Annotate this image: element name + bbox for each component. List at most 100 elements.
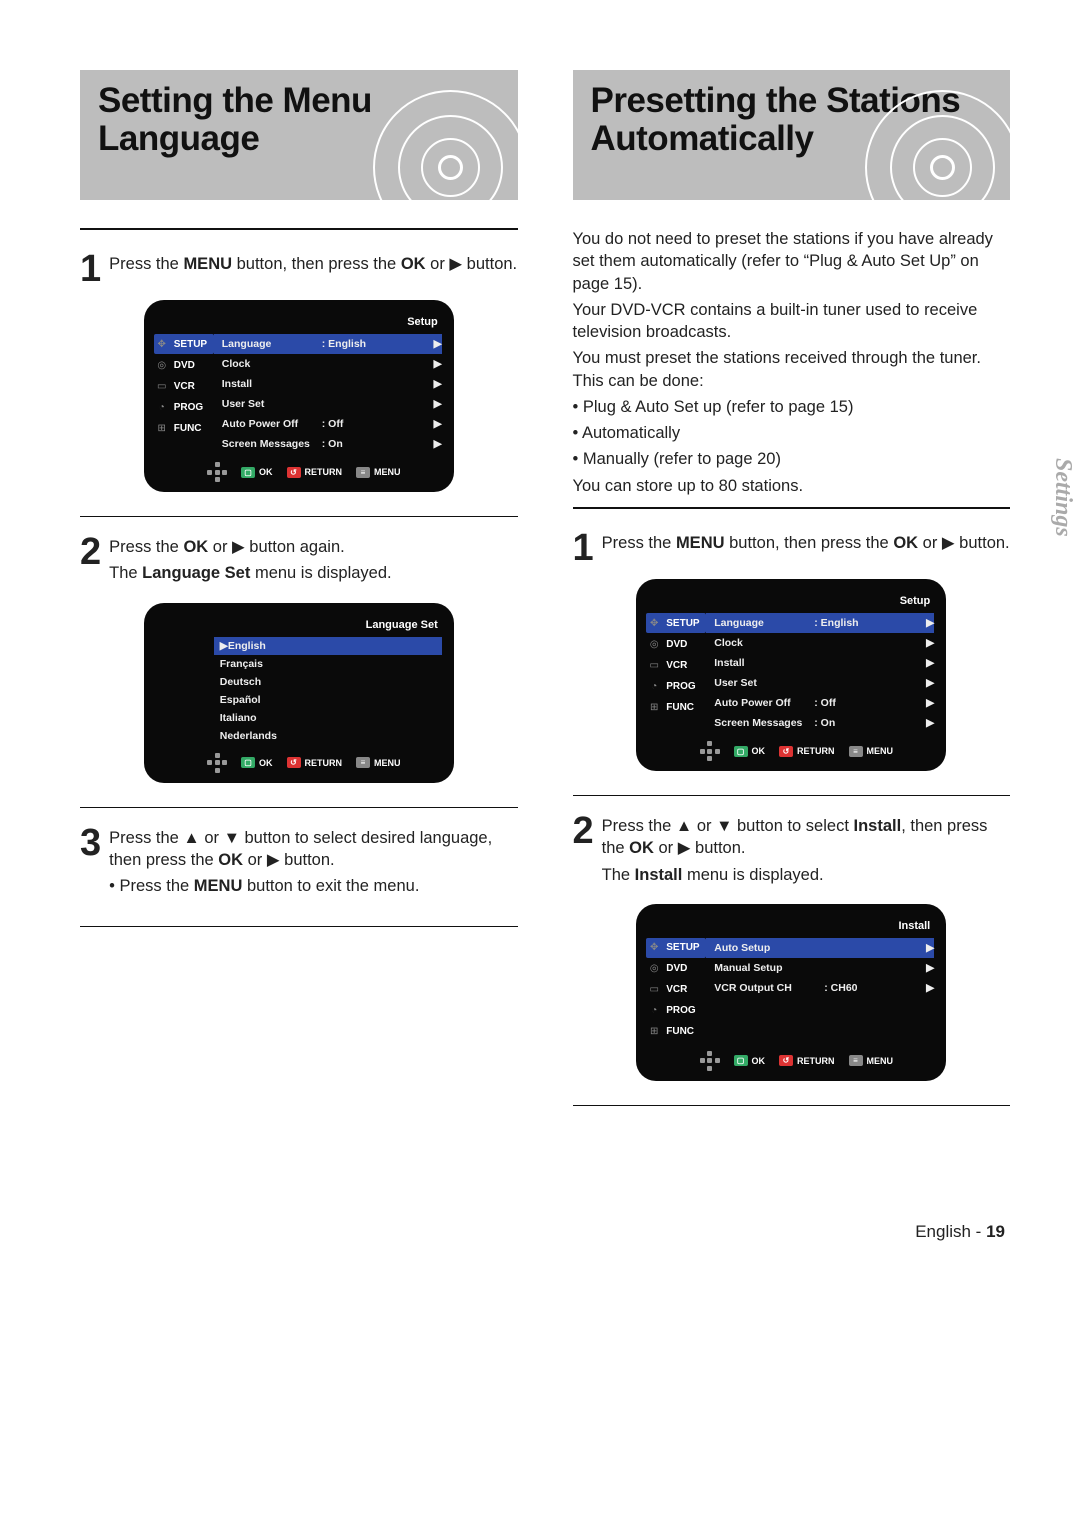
t: MENU: [676, 534, 725, 552]
step-number: 1: [80, 252, 101, 286]
t: or ▶ button.: [243, 851, 335, 869]
t: DVD: [174, 360, 195, 371]
t: MENU: [374, 758, 401, 768]
side-tab-setup: ✥SETUP: [646, 613, 706, 633]
side-tab-settings: Settings: [1045, 450, 1080, 545]
side-tab-dvd: ◎DVD: [646, 634, 706, 654]
t: : English: [814, 617, 922, 629]
disc-icon: ◎: [154, 358, 170, 372]
tape-icon: ▭: [646, 983, 662, 997]
side-tab-vcr: ▭VCR: [154, 376, 214, 396]
arrow-right-icon: ▶: [430, 338, 442, 350]
t: : English: [322, 338, 430, 350]
t: RETURN: [797, 1056, 835, 1066]
t: Press the: [109, 255, 183, 273]
side-tab-setup: ✥SETUP: [646, 938, 706, 958]
gear-icon: ✥: [646, 616, 662, 630]
t: MENU: [183, 255, 232, 273]
osd-footer: ▢OK ↺RETURN ≡MENU: [636, 1043, 946, 1081]
t: The: [602, 866, 635, 884]
return-icon: ↺: [287, 467, 301, 478]
side-tab-vcr: ▭VCR: [646, 980, 706, 1000]
t: FUNC: [666, 702, 694, 713]
t: DVD: [666, 639, 687, 650]
dpad-icon: [207, 753, 227, 773]
t: FUNC: [174, 423, 202, 434]
bullet: • Plug & Auto Set up (refer to page 15): [573, 396, 1011, 418]
menu-row-manualsetup: Manual Setup▶: [706, 958, 934, 978]
t: The: [109, 564, 142, 582]
footer-page-number: 19: [986, 1222, 1005, 1241]
t: FUNC: [666, 1026, 694, 1037]
t: Auto Power Off: [222, 418, 322, 430]
t: Language Set: [142, 564, 250, 582]
arrow-right-icon: ▶: [922, 982, 934, 994]
two-column-layout: Setting the Menu Language 1 Press the ME…: [80, 70, 1010, 1122]
menu-icon: ≡: [356, 757, 370, 768]
menu-row-autopower: Auto Power Off: Off▶: [214, 414, 442, 434]
t: menu is displayed.: [250, 564, 391, 582]
t: SETUP: [174, 339, 207, 350]
return-icon: ↺: [779, 746, 793, 757]
section-heading-right: Presetting the Stations Automatically: [573, 70, 1011, 200]
arrow-right-icon: ▶: [430, 398, 442, 410]
clock-icon: ◔: [646, 679, 662, 693]
t: OK: [401, 255, 426, 273]
t: : CH60: [824, 982, 922, 994]
t: : Off: [814, 697, 922, 709]
t: Language: [714, 617, 814, 629]
lang-francais: Français: [214, 655, 442, 673]
t: Clock: [222, 358, 322, 370]
lang-deutsch: Deutsch: [214, 673, 442, 691]
divider: [573, 795, 1011, 796]
divider: [80, 228, 518, 230]
foot-menu: ≡MENU: [849, 1055, 894, 1066]
menu-icon: ≡: [356, 467, 370, 478]
menu-icon: ≡: [849, 746, 863, 757]
osd-footer: ▢OK ↺RETURN ≡MENU: [636, 733, 946, 771]
t: Clock: [714, 637, 814, 649]
menu-row-userset: User Set▶: [706, 673, 934, 693]
divider: [80, 926, 518, 927]
t: SETUP: [666, 942, 699, 953]
step-text: Press the OK or ▶ button again. The Lang…: [109, 533, 391, 589]
osd-side-tabs: ✥SETUP ◎DVD ▭VCR ◔PROG ⊞FUNC: [144, 334, 214, 454]
t: OK: [752, 1056, 766, 1066]
osd-title: Language Set: [144, 619, 454, 637]
menu-row-userset: User Set▶: [214, 394, 442, 414]
osd-setup-screenshot-2: Setup ✥SETUP ◎DVD ▭VCR ◔PROG ⊞FUNC Langu…: [636, 579, 946, 771]
func-icon: ⊞: [646, 1025, 662, 1039]
page-footer: English - 19: [80, 1222, 1010, 1242]
t: OK: [183, 538, 208, 556]
ok-icon: ▢: [734, 746, 748, 757]
arrow-right-icon: ▶: [430, 418, 442, 430]
bullet: • Manually (refer to page 20): [573, 448, 1011, 470]
menu-row-language: Language: English▶: [706, 613, 934, 633]
foot-menu: ≡MENU: [849, 746, 894, 757]
step-text: Press the ▲ or ▼ button to select desire…: [109, 824, 517, 902]
lang-english: ▶English: [214, 637, 442, 655]
t: VCR: [174, 381, 195, 392]
foot-return: ↺RETURN: [287, 757, 343, 768]
intro-text: You do not need to preset the stations i…: [573, 228, 1011, 295]
arrow-right-icon: ▶: [922, 617, 934, 629]
left-step-3: 3 Press the ▲ or ▼ button to select desi…: [80, 824, 518, 902]
osd-title: Setup: [144, 316, 454, 334]
t: OK: [629, 839, 654, 857]
t: Language: [222, 338, 322, 350]
disc-graphic-icon: [373, 90, 518, 200]
t: button, then press the: [725, 534, 894, 552]
osd-title: Setup: [636, 595, 946, 613]
return-icon: ↺: [287, 757, 301, 768]
t: VCR Output CH: [714, 982, 824, 994]
foot-return: ↺RETURN: [287, 467, 343, 478]
lang-italiano: Italiano: [214, 709, 442, 727]
foot-ok: ▢OK: [734, 1055, 766, 1066]
left-column: Setting the Menu Language 1 Press the ME…: [80, 70, 518, 1122]
arrow-right-icon: ▶: [922, 697, 934, 709]
t: : On: [322, 438, 430, 450]
side-tab-func: ⊞FUNC: [154, 418, 214, 438]
menu-icon: ≡: [849, 1055, 863, 1066]
left-step-1: 1 Press the MENU button, then press the …: [80, 250, 518, 286]
t: or ▶ button again.: [208, 538, 345, 556]
